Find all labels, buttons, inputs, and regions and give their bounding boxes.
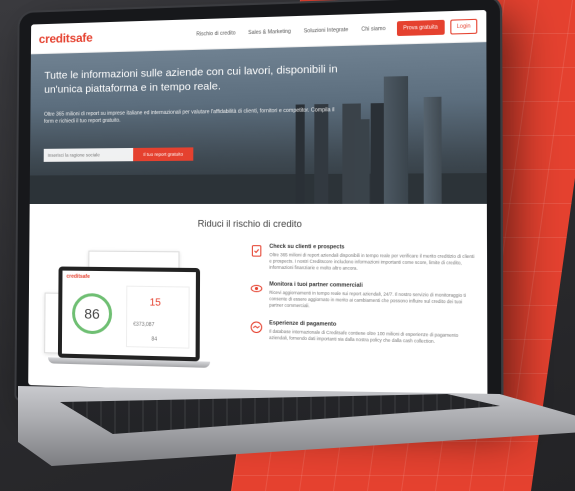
laptop: creditsafe Rischio di credito Sales & Ma… (16, 0, 501, 416)
company-search-input[interactable] (44, 148, 134, 162)
nav-link-credit-risk[interactable]: Rischio di credito (196, 30, 235, 37)
creditsafe-logo[interactable]: creditsafe (39, 30, 93, 46)
feature-text: Ricevi aggiornamenti in tempo reale sui … (269, 290, 476, 313)
feature-item: Esperienze di pagamento Il database inte… (250, 319, 476, 345)
handshake-icon (250, 320, 263, 333)
feature-list: Check su clienti e prospects Oltre 365 m… (241, 243, 476, 399)
nav-link-integrated-solutions[interactable]: Soluzioni Integrate (304, 26, 349, 34)
nav-link-about[interactable]: Chi siamo (361, 25, 385, 32)
mock-stat-amount: €373,087 (133, 322, 154, 329)
mock-laptop: creditsafe 86 15 €373,087 84 (58, 266, 200, 361)
features-section: creditsafe 86 15 €373,087 84 Check su cl… (28, 228, 487, 400)
mock-stats-card: 15 €373,087 84 (126, 286, 190, 349)
nav-link-sales-marketing[interactable]: Sales & Marketing (248, 28, 291, 35)
skyline-tower (424, 97, 442, 204)
laptop-screen: creditsafe Rischio di credito Sales & Ma… (28, 10, 487, 400)
skyline-tower (384, 76, 408, 204)
mock-stat-number: 15 (150, 297, 161, 309)
mock-logo: creditsafe (66, 274, 90, 280)
feature-item: Check su clienti e prospects Oltre 365 m… (250, 244, 475, 274)
checklist-icon (250, 245, 263, 258)
feature-title: Monitora i tuoi partner commerciali (269, 282, 476, 291)
search-form: Il tuo report gratuito (44, 147, 194, 162)
hero-title: Tutte le informazioni sulle aziende con … (44, 62, 364, 97)
dashboard-illustration: creditsafe 86 15 €373,087 84 (38, 242, 242, 400)
skyline-tower (354, 119, 369, 204)
feature-text: Il database internazionale di Creditsafe… (269, 328, 476, 346)
eye-icon (250, 282, 263, 295)
mock-stat-small: 84 (151, 336, 157, 342)
hero-banner: Tutte le informazioni sulle aziende con … (30, 42, 487, 204)
mock-screen: creditsafe 86 15 €373,087 84 (62, 271, 196, 358)
credit-score-gauge: 86 (72, 293, 112, 334)
login-button[interactable]: Login (450, 18, 477, 34)
feature-text: Oltre 365 milioni di report aziendali di… (269, 252, 475, 273)
free-report-button[interactable]: Il tuo report gratuito (133, 147, 193, 161)
free-trial-button[interactable]: Prova gratuita (397, 19, 445, 35)
feature-item: Monitora i tuoi partner commerciali Rice… (250, 281, 476, 312)
feature-title: Check su clienti e prospects (269, 244, 475, 252)
